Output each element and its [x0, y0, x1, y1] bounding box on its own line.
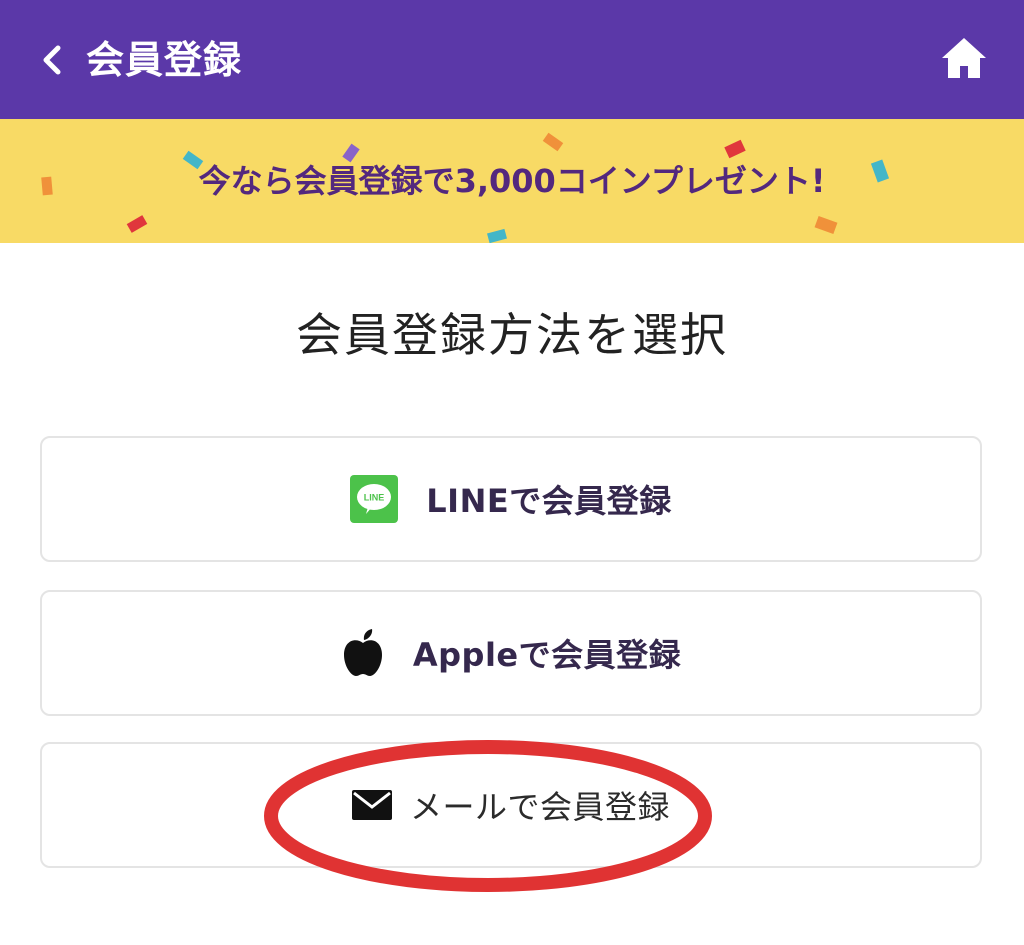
apple-signup-label: Appleで会員登録	[412, 636, 682, 674]
app-header: 会員登録	[0, 0, 1024, 119]
line-signup-button[interactable]: LINE LINEで会員登録	[40, 436, 982, 562]
page-title: 会員登録	[86, 38, 243, 82]
mail-signup-label: メールで会員登録	[409, 788, 670, 826]
promo-text: 今なら会員登録で3,000コインプレゼント!	[198, 162, 826, 200]
home-icon	[942, 38, 986, 78]
mail-icon	[351, 790, 392, 820]
line-icon: LINE	[350, 475, 399, 523]
mail-signup-button[interactable]: メールで会員登録	[40, 742, 982, 868]
line-signup-label: LINEで会員登録	[426, 482, 672, 520]
home-button[interactable]	[940, 36, 988, 80]
promo-banner: 今なら会員登録で3,000コインプレゼント!	[0, 119, 1024, 243]
back-button[interactable]	[34, 40, 70, 80]
apple-signup-button[interactable]: Appleで会員登録	[40, 590, 982, 716]
chevron-left-icon	[43, 45, 61, 75]
section-title: 会員登録方法を選択	[296, 308, 728, 362]
apple-icon	[341, 628, 385, 678]
svg-text:LINE: LINE	[364, 493, 385, 503]
